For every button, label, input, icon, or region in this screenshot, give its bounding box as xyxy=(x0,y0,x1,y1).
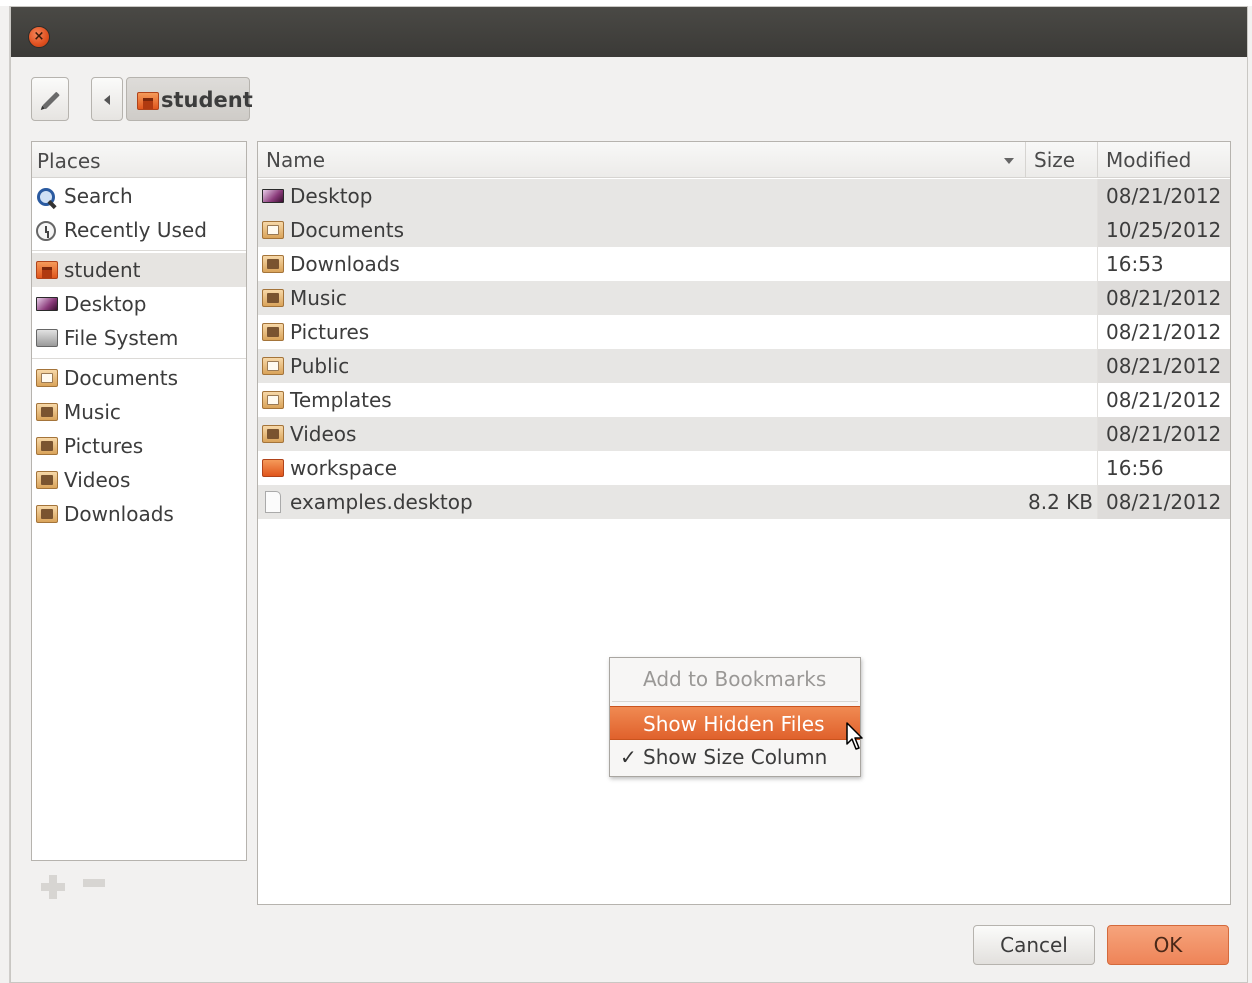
context-menu: Add to Bookmarks Show Hidden Files ✓ Sho… xyxy=(609,657,861,777)
documents-folder-icon xyxy=(262,221,284,239)
cancel-button[interactable]: Cancel xyxy=(973,925,1095,965)
table-row[interactable]: Documents 10/25/2012 xyxy=(258,213,1230,247)
music-folder-icon xyxy=(36,403,58,421)
search-icon xyxy=(36,187,58,209)
place-item-downloads[interactable]: Downloads xyxy=(32,497,246,531)
file-chooser-dialog: × student Places Search Recently Used st… xyxy=(10,6,1248,983)
desktop-background-left xyxy=(0,6,10,983)
mouse-cursor-icon xyxy=(846,722,863,750)
table-row[interactable]: Pictures 08/21/2012 xyxy=(258,315,1230,349)
file-list-header: Name Size Modified xyxy=(258,142,1230,178)
table-row[interactable]: Downloads 16:53 xyxy=(258,247,1230,281)
table-row[interactable]: Videos 08/21/2012 xyxy=(258,417,1230,451)
breadcrumb-label: student xyxy=(161,88,253,112)
table-row[interactable]: Desktop 08/21/2012 xyxy=(258,179,1230,213)
place-item-documents[interactable]: Documents xyxy=(32,361,246,395)
type-location-button[interactable] xyxy=(31,77,69,121)
menu-separator xyxy=(612,701,858,702)
public-folder-icon xyxy=(262,357,284,375)
close-window-button[interactable]: × xyxy=(28,26,50,48)
pictures-folder-icon xyxy=(36,437,58,455)
folder-icon xyxy=(262,459,284,477)
desktop-icon xyxy=(36,295,58,311)
arrow-left-icon xyxy=(104,95,110,105)
music-folder-icon xyxy=(262,289,284,307)
pictures-folder-icon xyxy=(262,323,284,341)
templates-folder-icon xyxy=(262,391,284,409)
file-list[interactable]: Name Size Modified Desktop 08/21/2012 Do… xyxy=(257,141,1231,905)
file-icon xyxy=(262,491,281,513)
place-item-pictures[interactable]: Pictures xyxy=(32,429,246,463)
table-row[interactable]: Music 08/21/2012 xyxy=(258,281,1230,315)
documents-folder-icon xyxy=(36,369,58,387)
path-back-button[interactable] xyxy=(91,77,123,121)
place-item-student[interactable]: student xyxy=(32,253,246,287)
title-bar: × xyxy=(11,7,1247,57)
ok-button[interactable]: OK xyxy=(1107,925,1229,965)
column-header-size[interactable]: Size xyxy=(1026,142,1098,178)
clock-icon xyxy=(36,221,56,241)
downloads-folder-icon xyxy=(262,255,284,273)
places-separator xyxy=(32,358,246,359)
column-header-name[interactable]: Name xyxy=(258,142,1026,178)
breadcrumb-student-button[interactable]: student xyxy=(126,77,253,121)
videos-folder-icon xyxy=(262,425,284,443)
desktop-background-right xyxy=(1248,6,1252,983)
add-bookmark-icon[interactable] xyxy=(41,875,65,899)
place-item-music[interactable]: Music xyxy=(32,395,246,429)
place-item-file-system[interactable]: File System xyxy=(32,321,246,355)
drive-icon xyxy=(36,329,58,347)
home-folder-icon xyxy=(137,92,159,110)
downloads-folder-icon xyxy=(36,505,58,523)
checkmark-icon: ✓ xyxy=(620,745,637,769)
places-sidebar[interactable]: Places Search Recently Used student Desk… xyxy=(31,141,247,861)
menu-item-show-size-column[interactable]: ✓ Show Size Column xyxy=(610,740,860,774)
table-row[interactable]: examples.desktop 8.2 KB 08/21/2012 xyxy=(258,485,1230,519)
pencil-icon xyxy=(42,91,60,110)
places-separator xyxy=(32,250,246,251)
place-item-desktop[interactable]: Desktop xyxy=(32,287,246,321)
table-row[interactable]: Public 08/21/2012 xyxy=(258,349,1230,383)
desktop-icon xyxy=(262,187,284,203)
table-row[interactable]: workspace 16:56 xyxy=(258,451,1230,485)
places-header: Places xyxy=(32,142,246,178)
menu-item-add-to-bookmarks[interactable]: Add to Bookmarks xyxy=(610,662,860,696)
sort-descending-icon xyxy=(1004,158,1014,164)
menu-item-show-hidden-files[interactable]: Show Hidden Files xyxy=(610,706,860,740)
remove-bookmark-icon[interactable] xyxy=(83,879,105,887)
table-row[interactable]: Templates 08/21/2012 xyxy=(258,383,1230,417)
column-header-modified[interactable]: Modified xyxy=(1098,142,1230,178)
place-item-search[interactable]: Search xyxy=(32,179,246,213)
home-folder-icon xyxy=(36,261,58,279)
place-item-recently-used[interactable]: Recently Used xyxy=(32,213,246,247)
videos-folder-icon xyxy=(36,471,58,489)
place-item-videos[interactable]: Videos xyxy=(32,463,246,497)
